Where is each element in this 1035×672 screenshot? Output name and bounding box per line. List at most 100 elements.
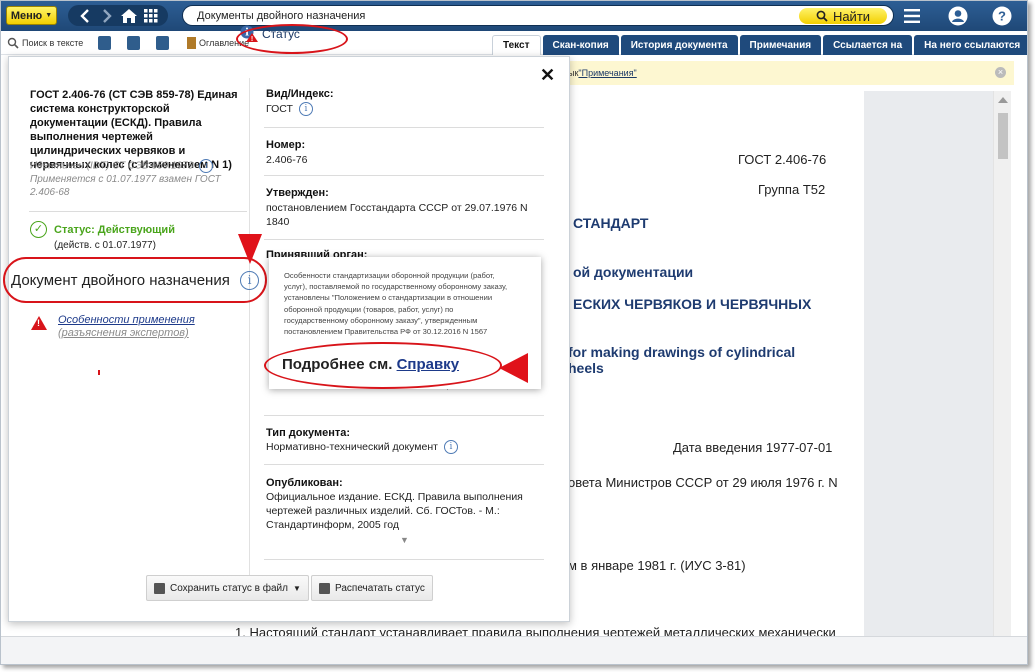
close-icon[interactable]: × <box>995 67 1006 78</box>
status-date: (действ. с 01.07.1977) <box>54 240 156 251</box>
forward-icon[interactable] <box>98 7 116 25</box>
arrow-down-icon <box>156 36 169 50</box>
grid-icon[interactable] <box>142 7 160 25</box>
tab-scan-copy[interactable]: Скан-копия <box>542 35 619 55</box>
tab-notes[interactable]: Примечания <box>739 35 822 55</box>
tab-referenced-by[interactable]: На него ссылаются <box>914 35 1027 55</box>
scroll-bottom-button[interactable] <box>156 35 169 51</box>
features-link[interactable]: Особенности применения <box>58 314 195 326</box>
scroll-up-icon[interactable] <box>998 97 1008 103</box>
search-in-text-label: Поиск в тексте <box>22 38 84 48</box>
red-mark <box>98 370 100 375</box>
search-icon <box>816 10 828 22</box>
home-icon[interactable] <box>120 7 138 25</box>
tooltip-text: Особенности стандартизации оборонной про… <box>284 271 508 337</box>
published-value: Официальное издание. ЕСКД. Правила выпол… <box>266 491 523 531</box>
doc-heading-standard: СТАНДАРТ <box>573 215 649 231</box>
back-icon[interactable] <box>76 7 94 25</box>
doc-type-label: Тип документа: <box>266 427 351 439</box>
caret-down-icon: ▼ <box>45 12 53 19</box>
info-icon[interactable]: i <box>298 102 313 117</box>
doc-council: овета Министров СССР от 29 июля 1976 г. … <box>568 475 838 490</box>
doc-heading-documentation: ой документации <box>573 264 694 280</box>
divider <box>264 175 544 176</box>
divider <box>264 127 544 128</box>
print-status-label: Распечатать статус <box>335 582 425 594</box>
identical-note: Идентичен (IDT) СТ СЭВ 859:1978 i <box>30 159 214 173</box>
tab-refers-to[interactable]: Ссылается на <box>823 35 913 55</box>
notes-infobar: ык "Примечания" × <box>566 61 1014 85</box>
approved-value: постановлением Госстандарта СССР от 29.0… <box>266 202 528 228</box>
infobar-notes-link[interactable]: "Примечания" <box>578 68 636 78</box>
app-window: Меню ▼ Найти <box>0 0 1028 665</box>
save-status-button[interactable]: Сохранить статус в файл ▼ <box>146 575 309 601</box>
divider <box>264 464 544 465</box>
replaces-note: Применяется с 01.07.1977 взамен ГОСТ 2.4… <box>30 174 221 198</box>
arrow-up-icon <box>98 36 111 50</box>
scrollbar-thumb[interactable] <box>998 113 1008 159</box>
nav-group <box>68 5 168 26</box>
annotation-arrow-down <box>238 234 262 264</box>
hamburger-icon[interactable] <box>901 5 923 27</box>
features-sub-link[interactable]: (разъяснения экспертов) <box>58 327 189 339</box>
annotation-oval <box>3 257 267 303</box>
expand-arrow-icon[interactable]: ▼ <box>400 535 409 545</box>
doc-heading-en-1: for making drawings of cylindrical <box>568 344 796 360</box>
type-index-text: ГОСТ <box>266 103 293 115</box>
divider <box>264 239 544 240</box>
search-box: Найти <box>182 5 894 26</box>
warning-mark: ! <box>37 318 40 328</box>
doc-group: Группа Т52 <box>758 182 826 197</box>
panel-close-icon[interactable]: ✕ <box>540 65 555 86</box>
annotation-oval <box>264 342 502 389</box>
doc-clause-1: 1. Настоящий стандарт устанавливает прав… <box>235 625 836 636</box>
vertical-scrollbar[interactable] <box>993 91 1011 636</box>
check-circle-icon: ✓ <box>30 221 47 238</box>
menu-button[interactable]: Меню ▼ <box>6 6 57 25</box>
divider <box>264 559 544 560</box>
info-icon[interactable]: i <box>199 159 214 173</box>
search-input[interactable] <box>197 9 787 23</box>
identical-text: Идентичен (IDT) СТ СЭВ 859:1978 <box>30 160 194 172</box>
bottom-strip <box>1 636 1027 664</box>
caret-down-icon: ▼ <box>292 583 301 593</box>
approved-label: Утвержден: <box>266 187 329 199</box>
number-label: Номер: <box>266 139 306 151</box>
tab-history[interactable]: История документа <box>620 35 738 55</box>
panel-divider <box>249 78 250 588</box>
compare-button[interactable] <box>127 35 140 51</box>
document-tabs: Текст Скан-копия История документа Приме… <box>492 35 1027 55</box>
document-margin <box>864 91 993 636</box>
tab-text[interactable]: Текст <box>492 35 541 55</box>
type-index-label: Вид/Индекс: <box>266 88 334 100</box>
user-icon[interactable] <box>947 5 969 27</box>
search-in-text-button[interactable]: Поиск в тексте <box>7 35 83 51</box>
find-label: Найти <box>832 8 871 24</box>
doc-code: ГОСТ 2.406-76 <box>738 152 827 167</box>
doc-heading-en-2: heels <box>568 360 604 376</box>
printer-icon <box>319 582 330 594</box>
doc-intro-date: Дата введения 1977-07-01 <box>673 440 833 455</box>
status-active-text: Статус: Действующий <box>54 224 175 236</box>
doc-heading-worms: ЕСКИХ ЧЕРВЯКОВ И ЧЕРВЯЧНЫХ <box>573 296 812 312</box>
save-status-label: Сохранить статус в файл <box>170 582 288 594</box>
annotation-arrow-left <box>499 353 528 383</box>
info-icon[interactable]: i <box>443 440 458 455</box>
floppy-icon <box>154 582 165 594</box>
doc-type-value: Нормативно-технический документ i <box>266 440 458 455</box>
compare-icon <box>127 36 140 50</box>
top-bar: Меню ▼ Найти <box>1 1 1027 31</box>
divider <box>29 211 247 212</box>
annotation-oval <box>236 24 348 54</box>
scroll-top-button[interactable] <box>98 35 111 51</box>
doc-reissue: м в январе 1981 г. (ИУС 3-81) <box>568 558 746 573</box>
divider <box>264 415 544 416</box>
published-label: Опубликован: <box>266 477 343 489</box>
doc-type-text: Нормативно-технический документ <box>266 441 438 453</box>
help-icon[interactable]: ? <box>991 5 1013 27</box>
svg-text:?: ? <box>998 9 1006 24</box>
find-button[interactable]: Найти <box>799 8 887 24</box>
magnifier-icon <box>7 37 19 49</box>
number-value: 2.406-76 <box>266 154 308 166</box>
print-status-button[interactable]: Распечатать статус <box>311 575 433 601</box>
